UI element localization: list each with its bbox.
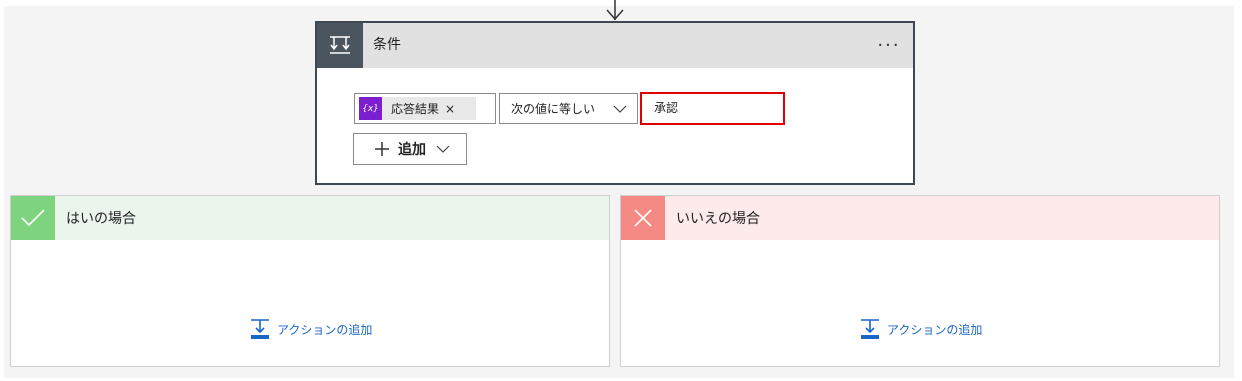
add-action-label: アクションの追加: [277, 322, 373, 337]
operator-value: 次の値に等しい: [511, 102, 596, 116]
condition-header[interactable]: 条件 ···: [317, 23, 913, 68]
add-action-button-no[interactable]: アクションの追加: [859, 318, 982, 340]
add-action-icon: [251, 319, 269, 339]
condition-icon: [317, 23, 363, 68]
cross-icon: [621, 196, 665, 240]
condition-card: 条件 ··· {x} 応答結果 × 次の値に等しい 承認 追加: [315, 21, 915, 185]
add-action-label: アクションの追加: [887, 322, 983, 337]
condition-left-operand-field[interactable]: {x} 応答結果 ×: [354, 93, 496, 124]
if-no-branch: いいえの場合 アクションの追加: [620, 195, 1220, 367]
add-action-icon: [861, 319, 879, 339]
condition-title: 条件: [373, 37, 401, 53]
connector-arrow-icon: [606, 0, 624, 21]
add-condition-button[interactable]: 追加: [353, 133, 467, 165]
if-yes-branch: はいの場合 アクションの追加: [10, 195, 610, 367]
if-yes-title: はいの場合: [66, 211, 136, 227]
condition-value-input[interactable]: 承認: [640, 92, 785, 125]
if-no-title: いいえの場合: [676, 211, 760, 227]
chevron-down-icon: [613, 105, 627, 113]
operator-dropdown[interactable]: 次の値に等しい: [499, 93, 638, 124]
token-label: 応答結果: [391, 102, 440, 116]
if-yes-header[interactable]: はいの場合: [11, 196, 609, 240]
dynamic-content-token[interactable]: {x} 応答結果 ×: [359, 97, 476, 120]
flow-canvas: 条件 ··· {x} 応答結果 × 次の値に等しい 承認 追加 はいの場合 アク…: [0, 0, 1242, 381]
more-options-button[interactable]: ···: [871, 33, 907, 57]
plus-icon: [375, 142, 389, 156]
add-action-button-yes[interactable]: アクションの追加: [249, 318, 372, 340]
if-no-header[interactable]: いいえの場合: [621, 196, 1219, 240]
chevron-down-icon: [436, 145, 450, 153]
token-remove-button[interactable]: ×: [445, 102, 455, 116]
variable-icon: {x}: [359, 97, 382, 120]
add-condition-label: 追加: [398, 142, 426, 158]
checkmark-icon: [11, 196, 55, 240]
